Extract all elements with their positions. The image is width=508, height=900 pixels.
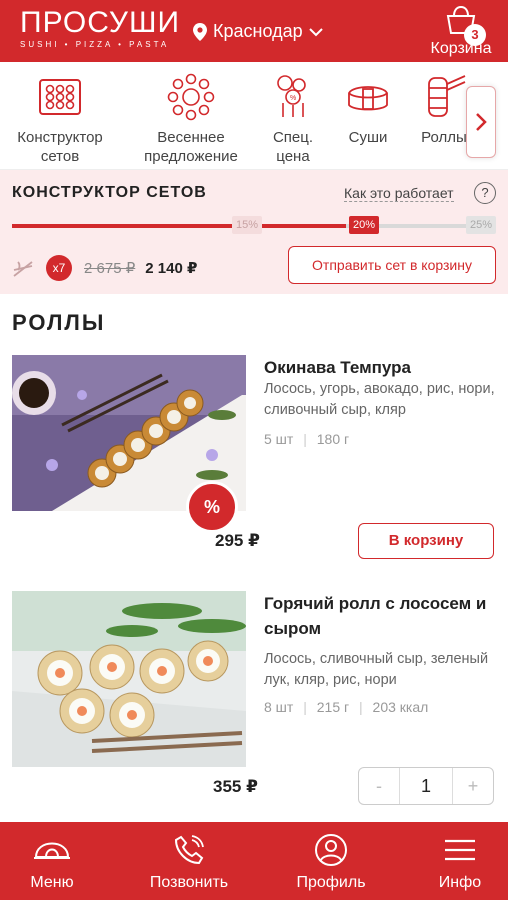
progress-mark-25: 25% (466, 216, 497, 234)
product-name[interactable]: Окинава Темпура (264, 355, 500, 380)
category-label-1: Конструктор (17, 129, 103, 146)
profile-icon (315, 834, 347, 866)
category-special-price[interactable]: % Спец. цена (258, 72, 328, 166)
category-scroll-right-button[interactable] (466, 86, 496, 158)
product-kcal: 203 ккал (372, 699, 429, 715)
product-meta: 5 шт | 180 г (264, 431, 350, 447)
constructor-summary: x7 2 675 ₽ 2 140 ₽ (12, 254, 197, 282)
cart-label: Корзина (430, 40, 492, 57)
quantity-value: 1 (420, 776, 431, 796)
send-set-to-cart-button[interactable]: Отправить сет в корзину (288, 246, 496, 284)
progress-mark-15: 15% (232, 216, 263, 234)
logo-subtitle: SUSHI • PIZZA • PASTA (20, 40, 170, 49)
spring-offer-icon (167, 73, 215, 121)
section-title: РОЛЛЫ (12, 310, 106, 335)
svg-text:%: % (290, 95, 296, 102)
special-price-icon: % (277, 75, 306, 117)
product-description: Лосось, угорь, авокадо, рис, нори, сливо… (264, 381, 495, 418)
nav-label: Инфо (438, 874, 482, 891)
phone-icon (174, 835, 204, 865)
menu-roll-icon (34, 842, 70, 859)
city-selector[interactable]: Краснодар (193, 21, 323, 42)
product-image[interactable] (12, 591, 246, 767)
city-name: Краснодар (213, 21, 303, 41)
product-price: 295 ₽ (215, 531, 260, 550)
how-it-works-link[interactable]: Как это работает (344, 185, 454, 202)
product-description: Лосось, сливочный сыр, зеленый лук, кляр… (264, 651, 489, 688)
chopsticks-icon (13, 261, 33, 277)
product-price: 355 ₽ (213, 777, 258, 796)
product-name[interactable]: Горячий ролл с лососем и сыром (264, 591, 500, 641)
roll-photo-icon (12, 591, 246, 767)
category-label-2: сетов (40, 148, 80, 165)
category-label-1: Спец. (272, 129, 314, 146)
old-price: 2 675 ₽ (84, 260, 136, 277)
category-label-1: Роллы (421, 129, 467, 146)
help-icon[interactable]: ? (474, 182, 496, 204)
discount-percent-badge: % (186, 481, 238, 533)
product-pieces: 8 шт (264, 699, 294, 715)
nav-label: Позвонить (149, 874, 229, 891)
nav-label: Меню (30, 874, 74, 891)
set-builder-icon (39, 79, 81, 115)
category-label-2: цена (276, 148, 310, 165)
product-weight: 215 г (316, 699, 350, 715)
category-label-1: Суши (348, 129, 388, 146)
info-lines-icon (445, 839, 475, 861)
discount-progress: 15% 20% 25% (12, 216, 497, 234)
location-pin-icon (193, 22, 207, 41)
increase-quantity-button[interactable]: + (452, 768, 493, 804)
product-card: Горячий ролл с лососем и сыром Лосось, с… (0, 591, 508, 806)
product-meta: 8 шт | 215 г | 203 ккал (264, 699, 429, 715)
category-label-1: Весеннее (157, 129, 225, 146)
product-card: % Окинава Темпура Лосось, угорь, авокадо… (0, 355, 508, 565)
multiplier-badge: x7 (46, 255, 72, 281)
quantity-stepper: - 1 + (358, 767, 494, 805)
nav-menu[interactable]: Меню (12, 830, 92, 892)
new-price: 2 140 ₽ (145, 260, 198, 277)
nav-label: Профиль (296, 874, 366, 891)
category-set-builder[interactable]: Конструктор сетов (10, 72, 110, 166)
progress-fill (12, 224, 346, 228)
chevron-right-icon (476, 113, 487, 131)
progress-mark-20: 20% (349, 216, 380, 234)
app-header: ПРОСУШИ SUSHI • PIZZA • PASTA Краснодар … (0, 0, 508, 62)
rolls-icon (428, 75, 466, 117)
add-to-cart-button[interactable]: В корзину (358, 523, 494, 559)
sushi-icon (348, 86, 388, 111)
decrease-quantity-button[interactable]: - (359, 768, 400, 804)
category-rolls[interactable]: Роллы (414, 72, 474, 147)
product-weight: 180 г (316, 431, 350, 447)
category-label-2: предложение (144, 148, 238, 165)
chevron-down-icon (308, 27, 323, 36)
bottom-navigation: Меню Позвонить Профиль Инфо (0, 822, 508, 900)
set-constructor-panel: КОНСТРУКТОР СЕТОВ Как это работает ? 15%… (0, 170, 508, 294)
nav-info[interactable]: Инфо (426, 830, 494, 892)
brand-logo[interactable]: ПРОСУШИ SUSHI • PIZZA • PASTA (20, 6, 181, 50)
cart-button[interactable]: 3 Корзина (426, 4, 496, 60)
product-pieces: 5 шт (264, 431, 294, 447)
category-strip: Конструктор сетов Весеннее предложение %… (0, 62, 508, 170)
nav-profile[interactable]: Профиль (283, 830, 379, 892)
constructor-title: КОНСТРУКТОР СЕТОВ (12, 184, 207, 201)
nav-call[interactable]: Позвонить (136, 830, 242, 892)
category-sushi[interactable]: Суши (338, 72, 398, 147)
logo-text: ПРОСУШИ (20, 6, 181, 39)
category-spring-offer[interactable]: Весеннее предложение (136, 72, 246, 166)
